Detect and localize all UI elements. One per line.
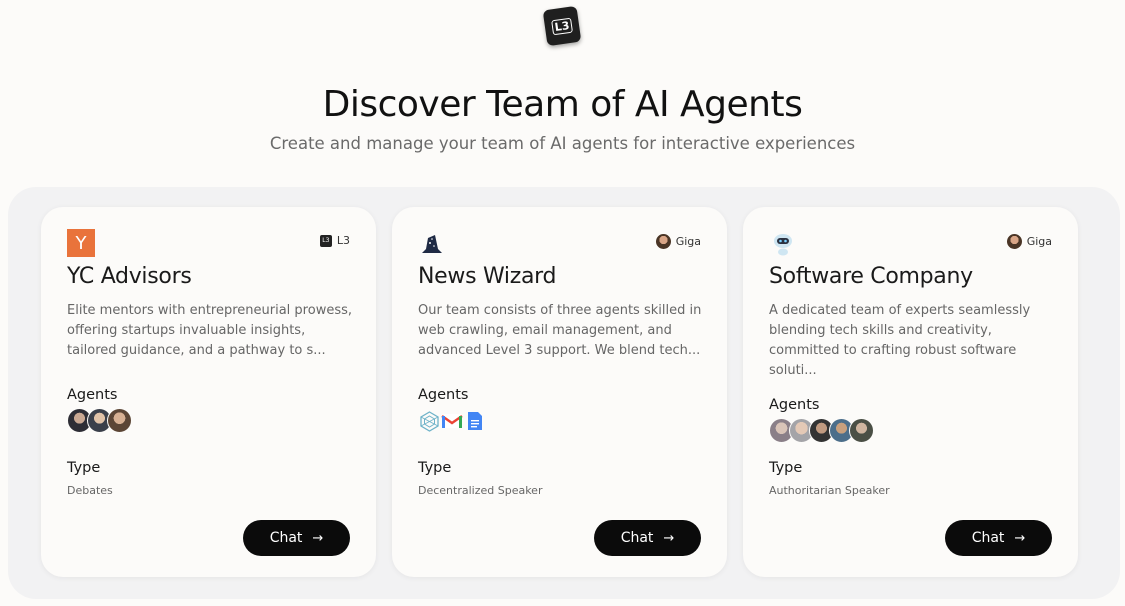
creator-badge: Giga <box>655 234 701 249</box>
team-card-software-company[interactable]: Giga Software Company A dedicated team o… <box>743 207 1078 577</box>
agents-label: Agents <box>418 387 469 403</box>
team-card-yc-advisors[interactable]: Y L3 L3 YC Advisors Elite mentors with e… <box>41 207 376 577</box>
arrow-right-icon: → <box>1014 530 1026 546</box>
giga-avatar <box>655 234 671 249</box>
google-docs-icon <box>464 410 486 432</box>
agent-avatars <box>67 408 132 433</box>
card-title: YC Advisors <box>67 264 192 289</box>
creator-badge: L3 L3 <box>319 234 350 247</box>
creator-name: Giga <box>1026 235 1052 248</box>
chat-label: Chat <box>620 530 654 546</box>
chat-label: Chat <box>269 530 303 546</box>
wizard-hat-icon <box>418 229 446 257</box>
type-label: Type <box>67 460 101 476</box>
page-subtitle: Create and manage your team of AI agents… <box>269 134 856 153</box>
agent-avatars <box>769 418 874 443</box>
type-label: Type <box>418 460 452 476</box>
agent-tools <box>418 410 487 432</box>
l3-logo-icon: L3 <box>319 234 332 247</box>
agent-avatar <box>849 418 874 443</box>
arrow-right-icon: → <box>312 530 324 546</box>
card-description: Elite mentors with entrepreneurial prowe… <box>67 303 352 358</box>
logo-text: L3 <box>550 17 574 35</box>
team-card-news-wizard[interactable]: Giga News Wizard Our team consists of th… <box>392 207 727 577</box>
chat-button[interactable]: Chat → <box>945 520 1052 556</box>
gmail-icon <box>441 410 463 432</box>
type-value: Decentralized Speaker <box>418 484 543 497</box>
agent-avatar <box>107 408 132 433</box>
arrow-right-icon: → <box>663 530 675 546</box>
chat-button[interactable]: Chat → <box>594 520 701 556</box>
creator-name: Giga <box>675 235 701 248</box>
card-title: News Wizard <box>418 264 557 289</box>
type-value: Authoritarian Speaker <box>769 484 890 497</box>
giga-avatar <box>1006 234 1022 249</box>
type-value: Debates <box>67 484 113 497</box>
agents-label: Agents <box>769 397 820 413</box>
card-title: Software Company <box>769 264 973 289</box>
creator-badge: Giga <box>1006 234 1052 249</box>
card-description: Our team consists of three agents skille… <box>418 303 702 358</box>
type-label: Type <box>769 460 803 476</box>
page-title: Discover Team of AI Agents <box>322 84 803 125</box>
agents-label: Agents <box>67 387 118 403</box>
chat-button[interactable]: Chat → <box>243 520 350 556</box>
web-crawler-icon <box>418 410 440 432</box>
yc-logo-icon: Y <box>67 229 95 257</box>
l3-logo[interactable]: L3 <box>542 5 582 47</box>
creator-name: L3 <box>336 234 350 247</box>
chat-label: Chat <box>971 530 1005 546</box>
card-description: A dedicated team of experts seamlessly b… <box>769 303 1031 378</box>
robot-icon <box>769 229 797 257</box>
